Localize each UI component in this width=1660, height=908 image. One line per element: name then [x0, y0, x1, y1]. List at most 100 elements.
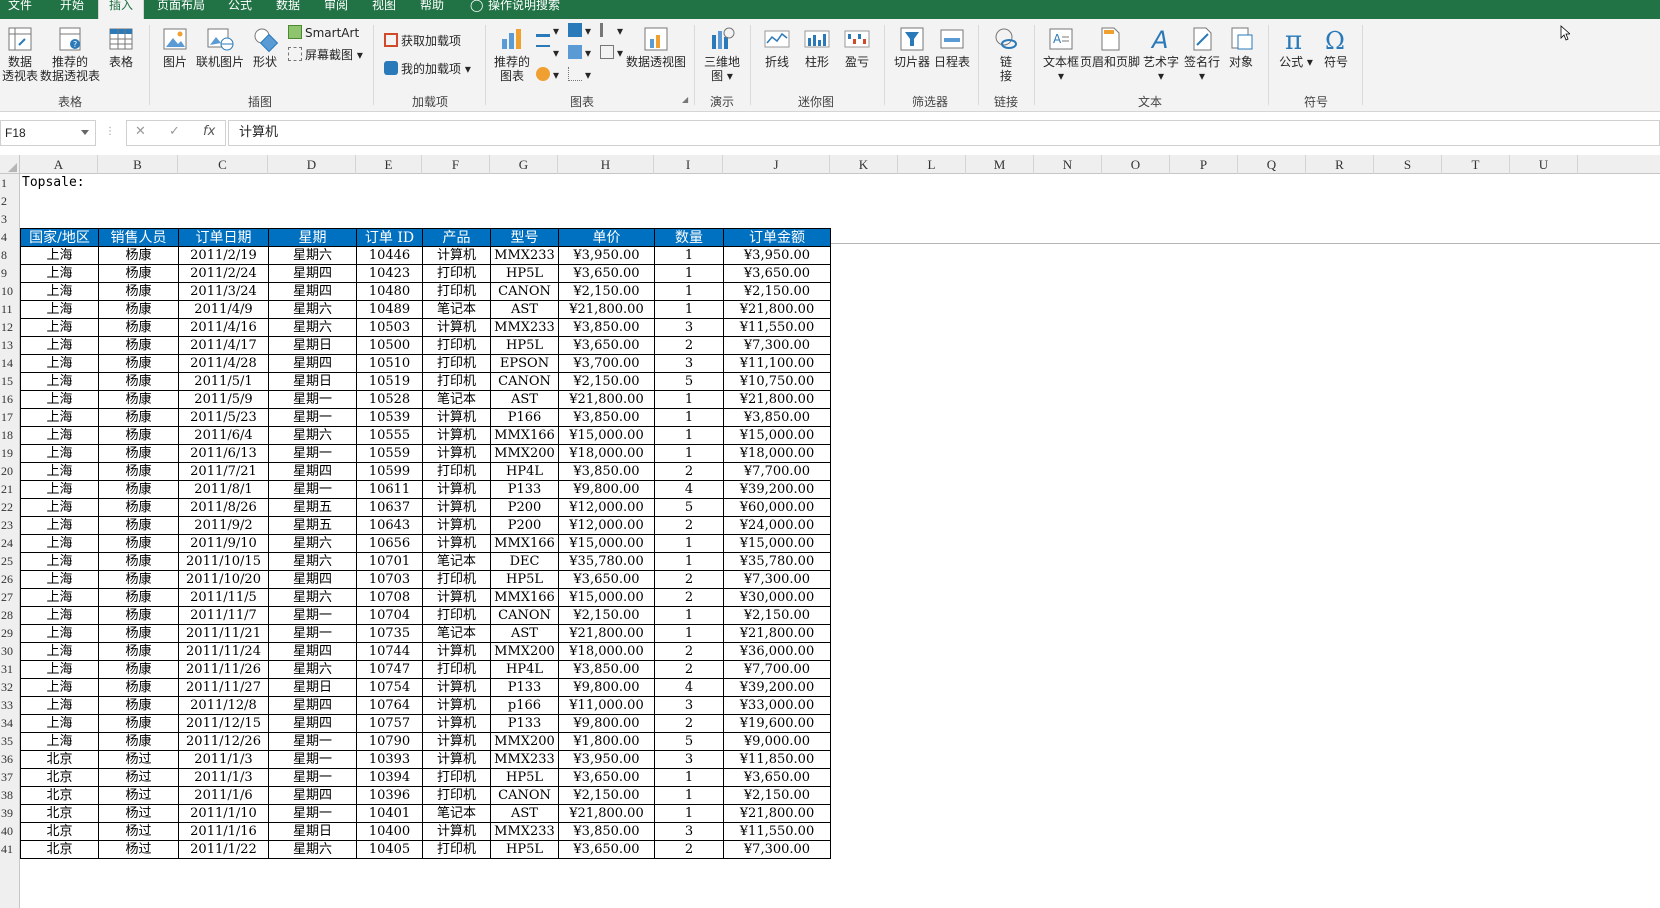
table-cell[interactable]: 计算机 — [422, 516, 491, 535]
table-cell[interactable]: 计算机 — [422, 534, 491, 553]
table-cell[interactable]: ¥21,800.00 — [723, 624, 831, 643]
table-cell[interactable]: 2011/10/15 — [178, 552, 269, 571]
table-cell[interactable]: ¥2,150.00 — [723, 282, 831, 301]
table-cell[interactable]: 1 — [654, 624, 724, 643]
worksheet[interactable]: Topsale: 国家/地区 销售人员 订单日期 星期 订单 ID 产品 型号 单价 数量 订单金… — [20, 174, 1660, 908]
object-button[interactable]: 对象 — [1222, 25, 1260, 69]
table-cell[interactable]: 打印机 — [422, 372, 491, 391]
table-cell[interactable]: 10559 — [356, 444, 423, 463]
table-cell[interactable]: 2 — [654, 660, 724, 679]
column-header[interactable]: M — [966, 155, 1034, 174]
table-cell[interactable]: ¥39,200.00 — [723, 480, 831, 499]
table-cell[interactable]: ¥11,550.00 — [723, 318, 831, 337]
row-header[interactable]: 18 — [0, 426, 20, 444]
table-cell[interactable]: AST — [490, 624, 559, 643]
column-header[interactable]: T — [1442, 155, 1510, 174]
table-cell[interactable]: 上海 — [20, 480, 99, 499]
table-cell[interactable]: P166 — [490, 408, 559, 427]
table-cell[interactable]: AST — [490, 300, 559, 319]
row-header[interactable]: 17 — [0, 408, 20, 426]
table-cell[interactable]: 星期日 — [268, 822, 357, 841]
table-cell[interactable]: 3 — [654, 354, 724, 373]
table-cell[interactable]: 上海 — [20, 372, 99, 391]
table-cell[interactable]: 5 — [654, 498, 724, 517]
row-header[interactable]: 25 — [0, 552, 20, 570]
3d-map-button[interactable]: 三维地图 ▾ — [702, 25, 742, 83]
table-cell[interactable]: 2011/5/9 — [178, 390, 269, 409]
scatter-chart-dropdown[interactable]: ▾ — [568, 67, 591, 83]
table-cell[interactable]: 上海 — [20, 318, 99, 337]
table-cell[interactable]: 计算机 — [422, 498, 491, 517]
table-cell[interactable]: ¥30,000.00 — [723, 588, 831, 607]
signature-line-button[interactable]: 签名行 ▾ — [1182, 25, 1222, 83]
table-cell[interactable]: ¥9,800.00 — [558, 678, 655, 697]
table-cell[interactable]: 2011/1/6 — [178, 786, 269, 805]
hierarchy-chart-dropdown[interactable]: ▾ — [568, 23, 591, 39]
table-header-cell[interactable]: 订单金额 — [723, 228, 831, 247]
chevron-down-icon[interactable] — [81, 130, 89, 135]
symbol-button[interactable]: Ω 符号 — [1318, 25, 1354, 69]
column-header[interactable]: J — [723, 155, 830, 174]
table-cell[interactable]: 星期日 — [268, 372, 357, 391]
table-cell[interactable]: 10744 — [356, 642, 423, 661]
table-cell[interactable]: 星期四 — [268, 354, 357, 373]
table-cell[interactable]: 计算机 — [422, 696, 491, 715]
table-cell[interactable]: 2011/6/4 — [178, 426, 269, 445]
table-cell[interactable]: 星期一 — [268, 444, 357, 463]
table-cell[interactable]: ¥15,000.00 — [723, 426, 831, 445]
table-cell[interactable]: 上海 — [20, 408, 99, 427]
row-header[interactable]: 38 — [0, 786, 20, 804]
table-cell[interactable]: 1 — [654, 282, 724, 301]
timeline-button[interactable]: 日程表 — [932, 25, 972, 69]
table-cell[interactable]: ¥3,950.00 — [723, 246, 831, 265]
table-cell[interactable]: 10394 — [356, 768, 423, 787]
table-cell[interactable]: ¥7,700.00 — [723, 660, 831, 679]
table-cell[interactable]: 10489 — [356, 300, 423, 319]
table-cell[interactable]: MMX166 — [490, 426, 559, 445]
table-cell[interactable]: 上海 — [20, 300, 99, 319]
table-cell[interactable]: 10401 — [356, 804, 423, 823]
row-header[interactable]: 12 — [0, 318, 20, 336]
table-cell[interactable]: 2011/11/5 — [178, 588, 269, 607]
table-cell[interactable]: 上海 — [20, 444, 99, 463]
row-header[interactable]: 37 — [0, 768, 20, 786]
table-cell[interactable]: HP5L — [490, 336, 559, 355]
table-cell[interactable]: ¥3,950.00 — [558, 246, 655, 265]
table-cell[interactable]: 计算机 — [422, 714, 491, 733]
table-cell[interactable]: 打印机 — [422, 660, 491, 679]
table-cell[interactable]: ¥3,650.00 — [723, 264, 831, 283]
table-cell[interactable]: MMX233 — [490, 822, 559, 841]
table-cell[interactable]: 杨康 — [98, 516, 179, 535]
table-cell[interactable]: 10539 — [356, 408, 423, 427]
table-cell[interactable]: 星期四 — [268, 642, 357, 661]
table-cell[interactable]: 10611 — [356, 480, 423, 499]
sparkline-winloss-button[interactable]: 盈亏 — [838, 25, 876, 69]
table-cell[interactable]: 杨康 — [98, 714, 179, 733]
recommended-pivot-button[interactable]: ? 推荐的 数据透视表 — [40, 25, 100, 83]
table-cell[interactable]: 10446 — [356, 246, 423, 265]
table-cell[interactable]: 笔记本 — [422, 300, 491, 319]
table-cell[interactable]: 上海 — [20, 498, 99, 517]
table-cell[interactable]: CANON — [490, 372, 559, 391]
row-header[interactable]: 24 — [0, 534, 20, 552]
table-cell[interactable]: MMX166 — [490, 534, 559, 553]
table-cell[interactable]: 2 — [654, 570, 724, 589]
table-cell[interactable]: 计算机 — [422, 642, 491, 661]
table-cell[interactable]: 星期一 — [268, 768, 357, 787]
table-cell[interactable]: ¥3,850.00 — [558, 660, 655, 679]
table-cell[interactable]: 2011/1/3 — [178, 750, 269, 769]
shapes-button[interactable]: 形状 — [248, 25, 282, 69]
screenshot-button[interactable]: 屏幕截图 ▾ — [288, 47, 363, 63]
table-cell[interactable]: 10708 — [356, 588, 423, 607]
table-cell[interactable]: 打印机 — [422, 768, 491, 787]
table-cell[interactable]: 计算机 — [422, 480, 491, 499]
row-header[interactable]: 1 — [0, 174, 20, 192]
table-cell[interactable]: 上海 — [20, 246, 99, 265]
stat-chart-dropdown[interactable]: ▾ — [568, 45, 591, 61]
fx-icon[interactable]: fx — [203, 124, 215, 139]
table-cell[interactable]: 杨康 — [98, 426, 179, 445]
table-cell[interactable]: 打印机 — [422, 840, 491, 859]
table-cell[interactable]: 星期六 — [268, 660, 357, 679]
table-cell[interactable]: 2011/1/22 — [178, 840, 269, 859]
tab-home[interactable]: 开始 — [60, 0, 90, 19]
